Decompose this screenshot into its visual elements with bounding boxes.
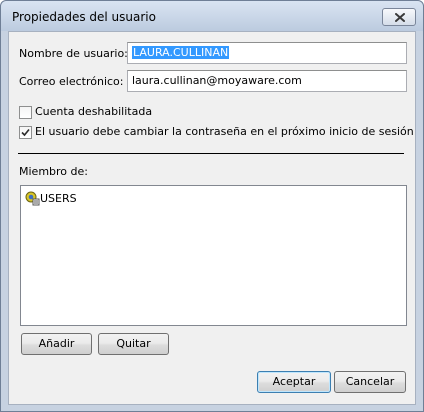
close-icon (395, 13, 405, 22)
user-properties-dialog: Propiedades del usuario Nombre de usuari… (0, 0, 424, 412)
member-of-list[interactable]: USERS (20, 185, 407, 326)
username-value: LAURA.CULLINAN (132, 46, 230, 59)
group-name: USERS (40, 192, 77, 205)
email-value: laura.cullinan@moyaware.com (132, 74, 302, 87)
dialog-body: Nombre de usuario: LAURA.CULLINAN Correo… (8, 31, 416, 405)
window-title: Propiedades del usuario (12, 10, 156, 24)
remove-button[interactable]: Quitar (98, 333, 169, 355)
must-change-password-label[interactable]: El usuario debe cambiar la contraseña en… (35, 125, 414, 138)
title-bar[interactable]: Propiedades del usuario (1, 1, 423, 31)
member-of-label: Miembro de: (19, 165, 88, 178)
email-field[interactable]: laura.cullinan@moyaware.com (127, 70, 407, 92)
account-disabled-checkbox[interactable] (19, 106, 32, 119)
email-label: Correo electrónico: (19, 75, 124, 88)
close-button[interactable] (382, 8, 416, 26)
username-label: Nombre de usuario: (19, 47, 128, 60)
accept-button[interactable]: Aceptar (257, 371, 331, 393)
user-group-icon (25, 191, 40, 206)
username-field[interactable]: LAURA.CULLINAN (127, 42, 407, 64)
separator-line (18, 153, 404, 154)
checkmark-icon (21, 128, 30, 137)
must-change-password-checkbox[interactable] (19, 126, 32, 139)
add-button[interactable]: Añadir (21, 333, 92, 355)
cancel-button[interactable]: Cancelar (334, 371, 406, 393)
account-disabled-label[interactable]: Cuenta deshabilitada (35, 105, 152, 118)
